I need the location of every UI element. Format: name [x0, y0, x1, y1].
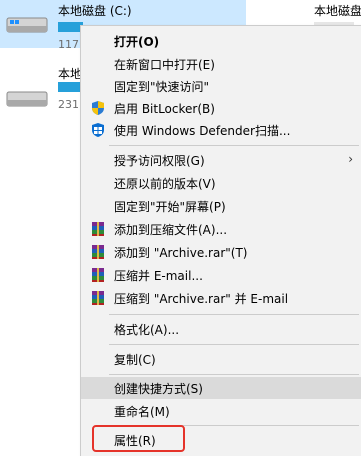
drive-c-name: 本地磁盘 (C:)	[58, 4, 132, 18]
menu-separator	[109, 374, 359, 375]
menu-item-label: 添加到 "Archive.rar"(T)	[114, 246, 248, 260]
menu-item-label: 重命名(M)	[114, 405, 170, 419]
menu-item-label: 打开(O)	[114, 35, 160, 49]
menu-item-label: 添加到压缩文件(A)...	[114, 223, 228, 237]
menu-item-give-access[interactable]: 授予访问权限(G) ›	[81, 149, 361, 171]
drive-d-tile[interactable]: 本地磁盘 231	[0, 60, 106, 120]
drive-e-name: 本地磁盘	[314, 4, 361, 18]
menu-item-label: 还原以前的版本(V)	[114, 177, 216, 191]
context-menu: 打开(O) 在新窗口中打开(E) 固定到"快速访问" 启用 BitLocker(…	[80, 25, 361, 456]
menu-item-compress-rar-email[interactable]: 压缩到 "Archive.rar" 并 E-mail	[81, 287, 361, 309]
menu-separator	[109, 145, 359, 146]
menu-item-label: 复制(C)	[114, 353, 156, 367]
menu-item-open-new-window[interactable]: 在新窗口中打开(E)	[81, 53, 361, 75]
menu-item-pin-quick-access[interactable]: 固定到"快速访问"	[81, 75, 361, 97]
menu-item-add-to-archive-rar[interactable]: 添加到 "Archive.rar"(T)	[81, 241, 361, 263]
menu-item-pin-start[interactable]: 固定到"开始"屏幕(P)	[81, 195, 361, 217]
menu-item-label: 使用 Windows Defender扫描...	[114, 124, 291, 138]
menu-item-label: 创建快捷方式(S)	[114, 382, 203, 396]
properties-highlight-annotation	[92, 425, 185, 452]
menu-item-label: 在新窗口中打开(E)	[114, 58, 215, 72]
menu-item-label: 启用 BitLocker(B)	[114, 102, 215, 116]
menu-item-label: 格式化(A)...	[114, 323, 180, 337]
hard-drive-icon	[6, 17, 48, 33]
menu-item-label: 压缩并 E-mail...	[114, 269, 203, 283]
menu-item-copy[interactable]: 复制(C)	[81, 348, 361, 370]
menu-item-create-shortcut[interactable]: 创建快捷方式(S)	[81, 377, 361, 399]
winrar-icon	[92, 245, 104, 259]
menu-item-bitlocker[interactable]: 启用 BitLocker(B)	[81, 97, 361, 119]
winrar-icon	[92, 222, 104, 236]
menu-item-rename[interactable]: 重命名(M)	[81, 400, 361, 422]
menu-item-add-to-archive[interactable]: 添加到压缩文件(A)...	[81, 218, 361, 240]
drive-c-free: 117	[58, 38, 79, 51]
menu-item-label: 固定到"快速访问"	[114, 80, 210, 94]
menu-item-label: 压缩到 "Archive.rar" 并 E-mail	[114, 292, 289, 306]
menu-separator	[109, 314, 359, 315]
winrar-icon	[92, 268, 104, 282]
menu-item-format[interactable]: 格式化(A)...	[81, 318, 361, 340]
winrar-icon	[92, 291, 104, 305]
menu-item-label: 授予访问权限(G)	[114, 154, 205, 168]
drive-d-free: 231	[58, 98, 79, 111]
windows-defender-icon	[92, 123, 104, 137]
menu-item-compress-email[interactable]: 压缩并 E-mail...	[81, 264, 361, 286]
hard-drive-icon	[6, 91, 48, 107]
menu-item-label: 固定到"开始"屏幕(P)	[114, 200, 226, 214]
submenu-arrow-icon: ›	[348, 152, 353, 166]
menu-item-open[interactable]: 打开(O)	[81, 30, 361, 52]
menu-item-restore-versions[interactable]: 还原以前的版本(V)	[81, 172, 361, 194]
menu-item-defender-scan[interactable]: 使用 Windows Defender扫描...	[81, 119, 361, 141]
shield-uac-icon	[92, 101, 104, 115]
menu-separator	[109, 344, 359, 345]
